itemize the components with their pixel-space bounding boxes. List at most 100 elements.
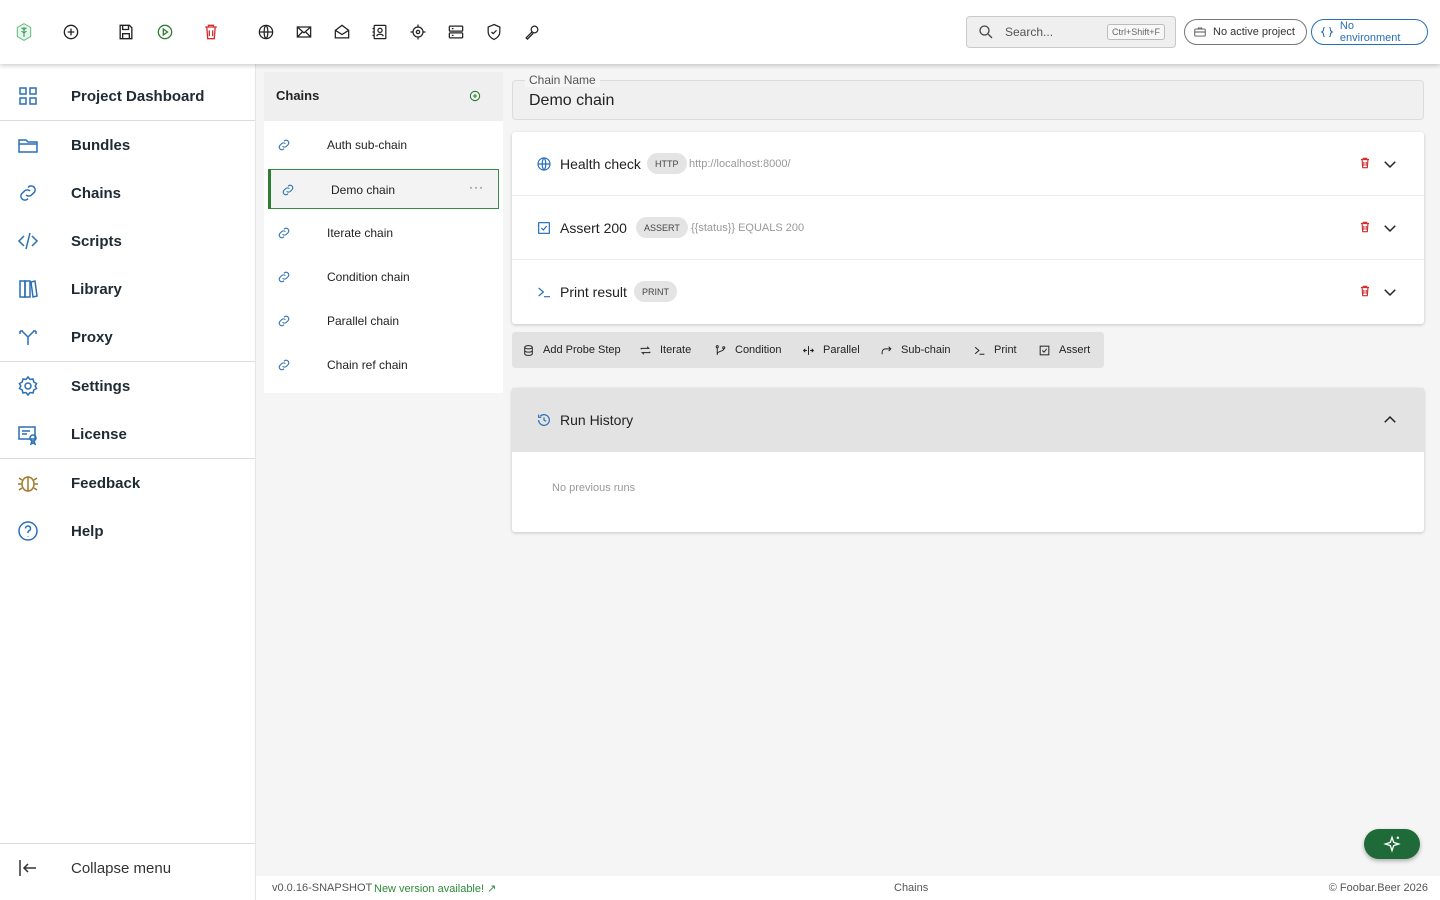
logo-icon[interactable] bbox=[12, 20, 36, 44]
collapse-menu-button[interactable]: Collapse menu bbox=[0, 844, 255, 892]
sidebar-item-license[interactable]: License bbox=[0, 410, 255, 458]
step-assert-200[interactable]: Assert 200 ASSERT {{status}} EQUALS 200 bbox=[512, 196, 1424, 260]
chain-item-parallel-chain[interactable]: Parallel chain bbox=[264, 301, 503, 341]
delete-icon[interactable] bbox=[199, 20, 223, 44]
add-probe-step-button[interactable]: Add Probe Step bbox=[522, 332, 621, 368]
chevron-down-icon[interactable] bbox=[1381, 283, 1399, 301]
run-history-header[interactable]: Run History bbox=[512, 388, 1424, 452]
more-options-icon[interactable]: ··· bbox=[469, 180, 484, 194]
sidebar-item-label: Proxy bbox=[71, 328, 113, 346]
server-icon[interactable] bbox=[444, 20, 468, 44]
branch-icon bbox=[715, 344, 726, 355]
chains-list-header: Chains bbox=[264, 72, 503, 121]
version-label: v0.0.16-SNAPSHOT bbox=[272, 882, 373, 894]
toolbar-label: Print bbox=[994, 344, 1017, 356]
chain-name-field[interactable]: Chain Name Demo chain bbox=[512, 73, 1424, 120]
target-icon[interactable] bbox=[406, 20, 430, 44]
sidebar-item-library[interactable]: Library bbox=[0, 265, 255, 313]
mail-icon[interactable] bbox=[292, 20, 316, 44]
chain-item-label: Chain ref chain bbox=[327, 358, 408, 372]
sidebar-item-chains[interactable]: Chains bbox=[0, 169, 255, 217]
ai-assistant-button[interactable] bbox=[1364, 829, 1420, 859]
sidebar-item-scripts[interactable]: Scripts bbox=[0, 217, 255, 265]
sidebar-item-label: License bbox=[71, 425, 127, 443]
chevron-up-icon[interactable] bbox=[1381, 411, 1399, 429]
step-type-badge: ASSERT bbox=[636, 217, 688, 238]
sub-chain-button[interactable]: Sub-chain bbox=[880, 332, 951, 368]
condition-button[interactable]: Condition bbox=[714, 332, 781, 368]
delete-step-icon[interactable] bbox=[1358, 284, 1372, 298]
steps-list: Health check HTTP http://localhost:8000/… bbox=[512, 132, 1424, 324]
terminal-icon bbox=[974, 346, 985, 355]
toolbar-label: Iterate bbox=[660, 344, 692, 356]
new-icon[interactable] bbox=[59, 20, 83, 44]
sidebar-item-bundles[interactable]: Bundles bbox=[0, 121, 255, 169]
search-icon bbox=[979, 25, 993, 39]
print-button[interactable]: Print bbox=[973, 332, 1017, 368]
parallel-icon bbox=[802, 345, 815, 355]
run-icon[interactable] bbox=[153, 20, 177, 44]
sidebar-item-help[interactable]: Help bbox=[0, 507, 255, 555]
step-print-result[interactable]: Print result PRINT bbox=[512, 260, 1424, 324]
add-chain-icon[interactable] bbox=[467, 88, 483, 104]
contacts-icon[interactable] bbox=[368, 20, 392, 44]
delete-step-icon[interactable] bbox=[1358, 156, 1372, 170]
chain-item-chain-ref-chain[interactable]: Chain ref chain bbox=[264, 345, 503, 385]
environment-selector[interactable]: No environment bbox=[1311, 19, 1428, 45]
globe-icon bbox=[537, 157, 551, 171]
sidebar-item-label: Settings bbox=[71, 377, 131, 395]
mail-open-icon[interactable] bbox=[330, 20, 354, 44]
assert-button[interactable]: Assert bbox=[1038, 332, 1090, 368]
parallel-button[interactable]: Parallel bbox=[802, 332, 860, 368]
chevron-down-icon[interactable] bbox=[1381, 155, 1399, 173]
toolbar-label: Condition bbox=[735, 344, 782, 356]
sidebar-item-proxy[interactable]: Proxy bbox=[0, 313, 255, 361]
delete-step-icon[interactable] bbox=[1358, 220, 1372, 234]
copyright-label: © Foobar.Beer 2026 bbox=[1328, 882, 1428, 894]
status-bar: v0.0.16-SNAPSHOT New version available! … bbox=[256, 876, 1440, 900]
chain-item-auth-sub-chain[interactable]: Auth sub-chain bbox=[264, 125, 503, 165]
save-icon[interactable] bbox=[114, 20, 138, 44]
chain-item-label: Condition chain bbox=[327, 270, 410, 284]
step-health-check[interactable]: Health check HTTP http://localhost:8000/ bbox=[512, 132, 1424, 196]
sidebar-item-settings[interactable]: Settings bbox=[0, 362, 255, 410]
step-detail: {{status}} EQUALS 200 bbox=[691, 222, 805, 234]
chain-item-demo-chain[interactable]: Demo chain ··· bbox=[268, 169, 499, 209]
toolbar-label: Add Probe Step bbox=[543, 344, 621, 356]
repeat-icon bbox=[640, 345, 651, 355]
sidebar-item-label: Project Dashboard bbox=[71, 87, 205, 105]
link-icon bbox=[282, 184, 294, 196]
sidebar-item-label: Help bbox=[71, 522, 104, 540]
iterate-button[interactable]: Iterate bbox=[639, 332, 691, 368]
history-icon bbox=[538, 414, 550, 426]
sidebar-item-label: Library bbox=[71, 280, 122, 298]
sidebar: Project Dashboard Bundles Chains Scripts… bbox=[0, 64, 256, 900]
chain-item-label: Auth sub-chain bbox=[327, 138, 408, 152]
chain-name-value[interactable]: Demo chain bbox=[529, 92, 614, 110]
update-link[interactable]: New version available! ↗ bbox=[374, 882, 496, 895]
run-history-title: Run History bbox=[560, 412, 634, 428]
sidebar-item-project-dashboard[interactable]: Project Dashboard bbox=[0, 72, 255, 120]
http-icon[interactable] bbox=[254, 20, 278, 44]
chain-item-label: Iterate chain bbox=[327, 226, 394, 240]
chevron-down-icon[interactable] bbox=[1381, 219, 1399, 237]
shield-icon[interactable] bbox=[482, 20, 506, 44]
link-icon bbox=[20, 185, 36, 201]
toolbar-label: Sub-chain bbox=[901, 344, 951, 356]
step-type-badge: PRINT bbox=[634, 281, 677, 302]
chain-item-condition-chain[interactable]: Condition chain bbox=[264, 257, 503, 297]
chains-list-title: Chains bbox=[276, 88, 320, 103]
chain-item-label: Parallel chain bbox=[327, 314, 400, 328]
step-name: Health check bbox=[560, 156, 641, 172]
toolbar-label: Assert bbox=[1059, 344, 1091, 356]
project-selector[interactable]: No active project bbox=[1184, 19, 1307, 45]
chain-item-iterate-chain[interactable]: Iterate chain bbox=[264, 213, 503, 253]
chain-item-label: Demo chain bbox=[331, 183, 396, 197]
gear-icon bbox=[18, 375, 38, 397]
help-icon bbox=[18, 521, 38, 541]
search-input[interactable]: Search... Ctrl+Shift+F bbox=[966, 16, 1176, 48]
sidebar-item-feedback[interactable]: Feedback bbox=[0, 459, 255, 507]
wrench-icon[interactable] bbox=[520, 20, 544, 44]
folder-icon bbox=[18, 139, 38, 153]
step-detail: http://localhost:8000/ bbox=[689, 158, 791, 170]
